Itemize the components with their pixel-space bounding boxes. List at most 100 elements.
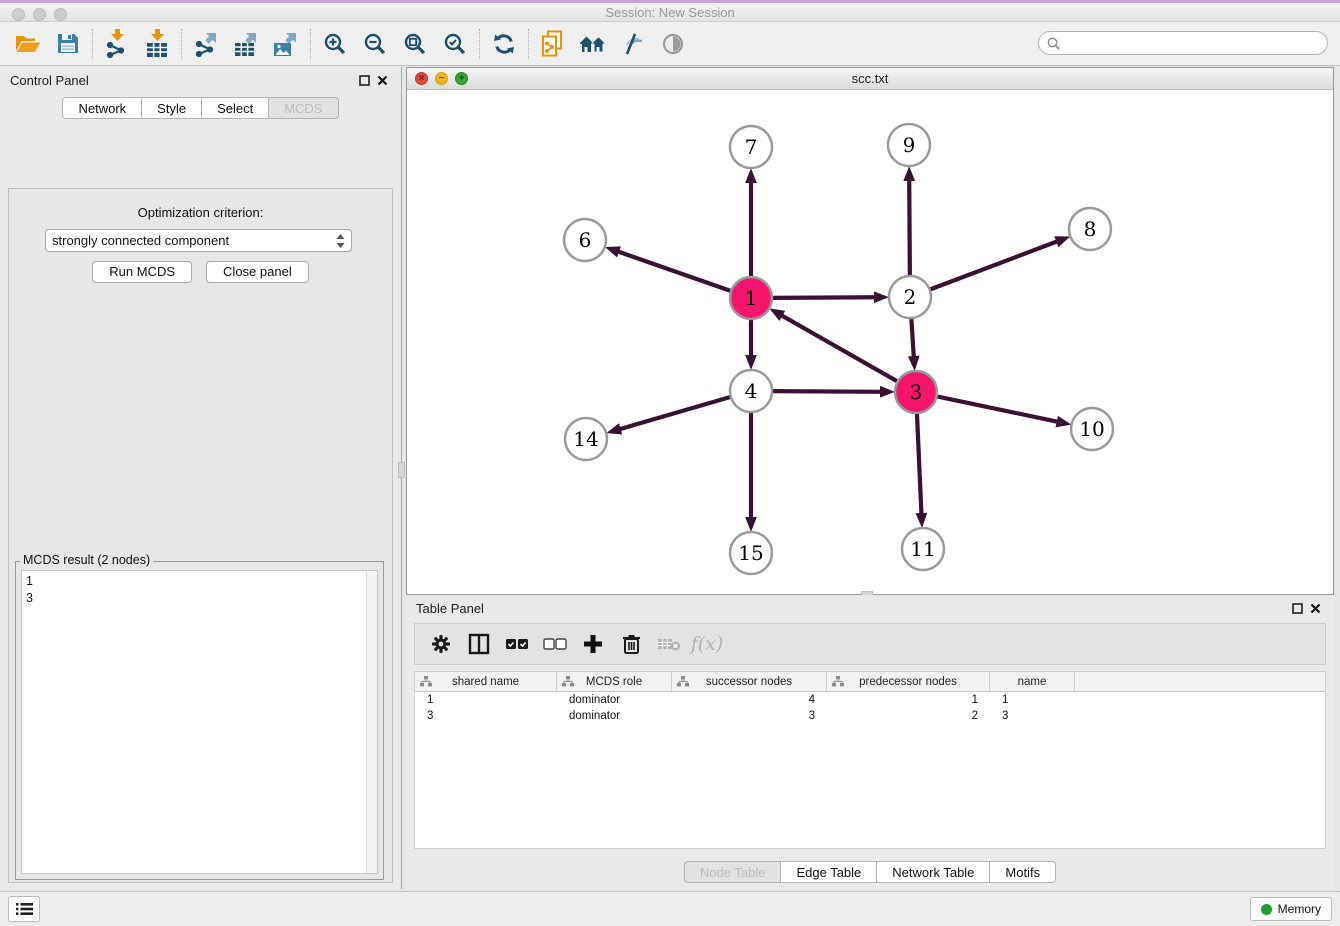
column-header-shared-name[interactable]: shared name	[415, 672, 557, 691]
maximize-network-icon[interactable]: +	[455, 72, 468, 85]
graph-node-7[interactable]: 7	[730, 126, 772, 168]
edge-2-9[interactable]	[909, 180, 910, 275]
tab-network[interactable]: Network	[62, 97, 142, 119]
memory-button[interactable]: Memory	[1250, 897, 1332, 921]
tab-motifs[interactable]: Motifs	[989, 861, 1056, 883]
column-header-successor-nodes[interactable]: successor nodes	[672, 672, 827, 691]
show-panels-icon[interactable]	[653, 26, 693, 62]
tab-style[interactable]: Style	[141, 97, 202, 119]
result-scrollbar[interactable]	[366, 571, 377, 873]
column-header-name[interactable]: name	[990, 672, 1075, 691]
network-window-title: scc.txt	[407, 68, 1333, 90]
edge-1-6[interactable]	[618, 252, 730, 291]
delete-table-icon	[653, 628, 685, 660]
graph-node-6[interactable]: 6	[564, 219, 606, 261]
tab-edge-table[interactable]: Edge Table	[780, 861, 877, 883]
graph-node-9[interactable]: 9	[888, 124, 930, 166]
graph-node-3[interactable]: 3	[895, 371, 937, 413]
status-bar: Memory	[0, 891, 1340, 926]
control-panel-tabs: NetworkStyleSelectMCDS	[0, 97, 401, 119]
criterion-dropdown[interactable]: strongly connected component	[45, 229, 352, 252]
select-all-rows-icon[interactable]	[501, 628, 533, 660]
table-toolbar: f(x)	[414, 623, 1326, 665]
minimize-window-button[interactable]	[33, 8, 46, 21]
table-row[interactable]: 3dominator323	[415, 708, 1325, 724]
edge-4-14[interactable]	[620, 397, 730, 429]
settings-gear-icon[interactable]	[425, 628, 457, 660]
zoom-out-icon[interactable]	[355, 26, 395, 62]
delete-column-icon[interactable]	[615, 628, 647, 660]
panel-splitter-handle[interactable]	[398, 462, 405, 478]
float-panel-icon[interactable]	[355, 71, 373, 89]
zoom-fit-icon[interactable]	[395, 26, 435, 62]
mcds-result-values: 13	[22, 571, 377, 607]
maximize-window-button[interactable]	[54, 8, 67, 21]
edge-3-10[interactable]	[938, 397, 1058, 422]
tab-mcds[interactable]: MCDS	[268, 97, 338, 119]
toolbar-separator	[479, 29, 480, 59]
node-table[interactable]: shared nameMCDS rolesuccessor nodesprede…	[414, 671, 1326, 849]
table-cell: 1	[827, 694, 990, 706]
zoom-in-icon[interactable]	[315, 26, 355, 62]
tab-network-table[interactable]: Network Table	[876, 861, 990, 883]
clone-network-icon[interactable]	[533, 26, 573, 62]
control-panel-title: Control Panel	[10, 73, 355, 88]
deselect-all-rows-icon[interactable]	[539, 628, 571, 660]
edge-3-11[interactable]	[917, 414, 921, 514]
import-table-icon[interactable]	[137, 26, 177, 62]
window-title: Session: New Session	[0, 3, 1340, 22]
graph-node-15[interactable]: 15	[730, 532, 772, 574]
table-row[interactable]: 1dominator411	[415, 692, 1325, 708]
edge-2-3[interactable]	[911, 319, 913, 357]
window-controls[interactable]	[12, 8, 67, 21]
export-network-icon[interactable]	[186, 26, 226, 62]
node-label: 11	[910, 537, 935, 561]
search-box[interactable]	[1038, 31, 1328, 55]
zoom-selected-icon[interactable]	[435, 26, 475, 62]
column-header-predecessor-nodes[interactable]: predecessor nodes	[827, 672, 990, 691]
add-column-icon[interactable]	[577, 628, 609, 660]
graph-node-14[interactable]: 14	[565, 418, 607, 460]
graph-node-8[interactable]: 8	[1069, 208, 1111, 250]
graph-node-4[interactable]: 4	[730, 370, 772, 412]
search-input[interactable]	[1065, 36, 1319, 50]
graph-node-10[interactable]: 10	[1071, 408, 1113, 450]
graph-node-2[interactable]: 2	[889, 276, 931, 318]
toolbar-separator	[92, 29, 93, 59]
run-mcds-button[interactable]: Run MCDS	[92, 261, 192, 283]
close-table-panel-icon[interactable]	[1306, 599, 1324, 617]
close-panel-button[interactable]: Close panel	[206, 261, 309, 283]
tab-node-table[interactable]: Node Table	[684, 861, 782, 883]
home-view-icon[interactable]	[573, 26, 613, 62]
close-window-button[interactable]	[12, 8, 25, 21]
dropdown-spinner-icon	[336, 234, 345, 248]
table-tabs: Node TableEdge TableNetwork TableMotifs	[406, 861, 1334, 883]
network-canvas[interactable]: 7 9 6 8 1 2 4 3 14 10 15 11	[407, 90, 1333, 594]
export-image-icon[interactable]	[266, 26, 306, 62]
column-visibility-icon[interactable]	[463, 628, 495, 660]
open-session-icon[interactable]	[8, 26, 48, 62]
refresh-icon[interactable]	[484, 26, 524, 62]
task-history-button[interactable]	[8, 896, 40, 922]
save-session-icon[interactable]	[48, 26, 88, 62]
mcds-result-area[interactable]: 13	[21, 570, 378, 874]
network-graph[interactable]: 7 9 6 8 1 2 4 3 14 10 15 11	[407, 90, 1333, 595]
table-cell: 2	[827, 710, 990, 722]
column-header-MCDS-role[interactable]: MCDS role	[557, 672, 672, 691]
float-table-panel-icon[interactable]	[1288, 599, 1306, 617]
network-window-titlebar[interactable]: × − + scc.txt	[407, 68, 1333, 90]
tab-select[interactable]: Select	[201, 97, 269, 119]
edge-3-1[interactable]	[781, 315, 896, 381]
close-network-icon[interactable]: ×	[415, 72, 428, 85]
edge-2-8[interactable]	[931, 241, 1058, 289]
minimize-network-icon[interactable]: −	[435, 72, 448, 85]
graph-node-11[interactable]: 11	[902, 528, 944, 570]
network-window: × − + scc.txt 7 9 6 8 1 2 4 3 14 10 15 11	[406, 67, 1334, 595]
graph-node-1[interactable]: 1	[730, 277, 772, 319]
edge-4-3[interactable]	[773, 391, 881, 392]
hide-panels-icon[interactable]	[613, 26, 653, 62]
import-network-icon[interactable]	[97, 26, 137, 62]
edge-1-2[interactable]	[773, 297, 875, 298]
export-table-icon[interactable]	[226, 26, 266, 62]
close-panel-icon[interactable]	[373, 71, 391, 89]
